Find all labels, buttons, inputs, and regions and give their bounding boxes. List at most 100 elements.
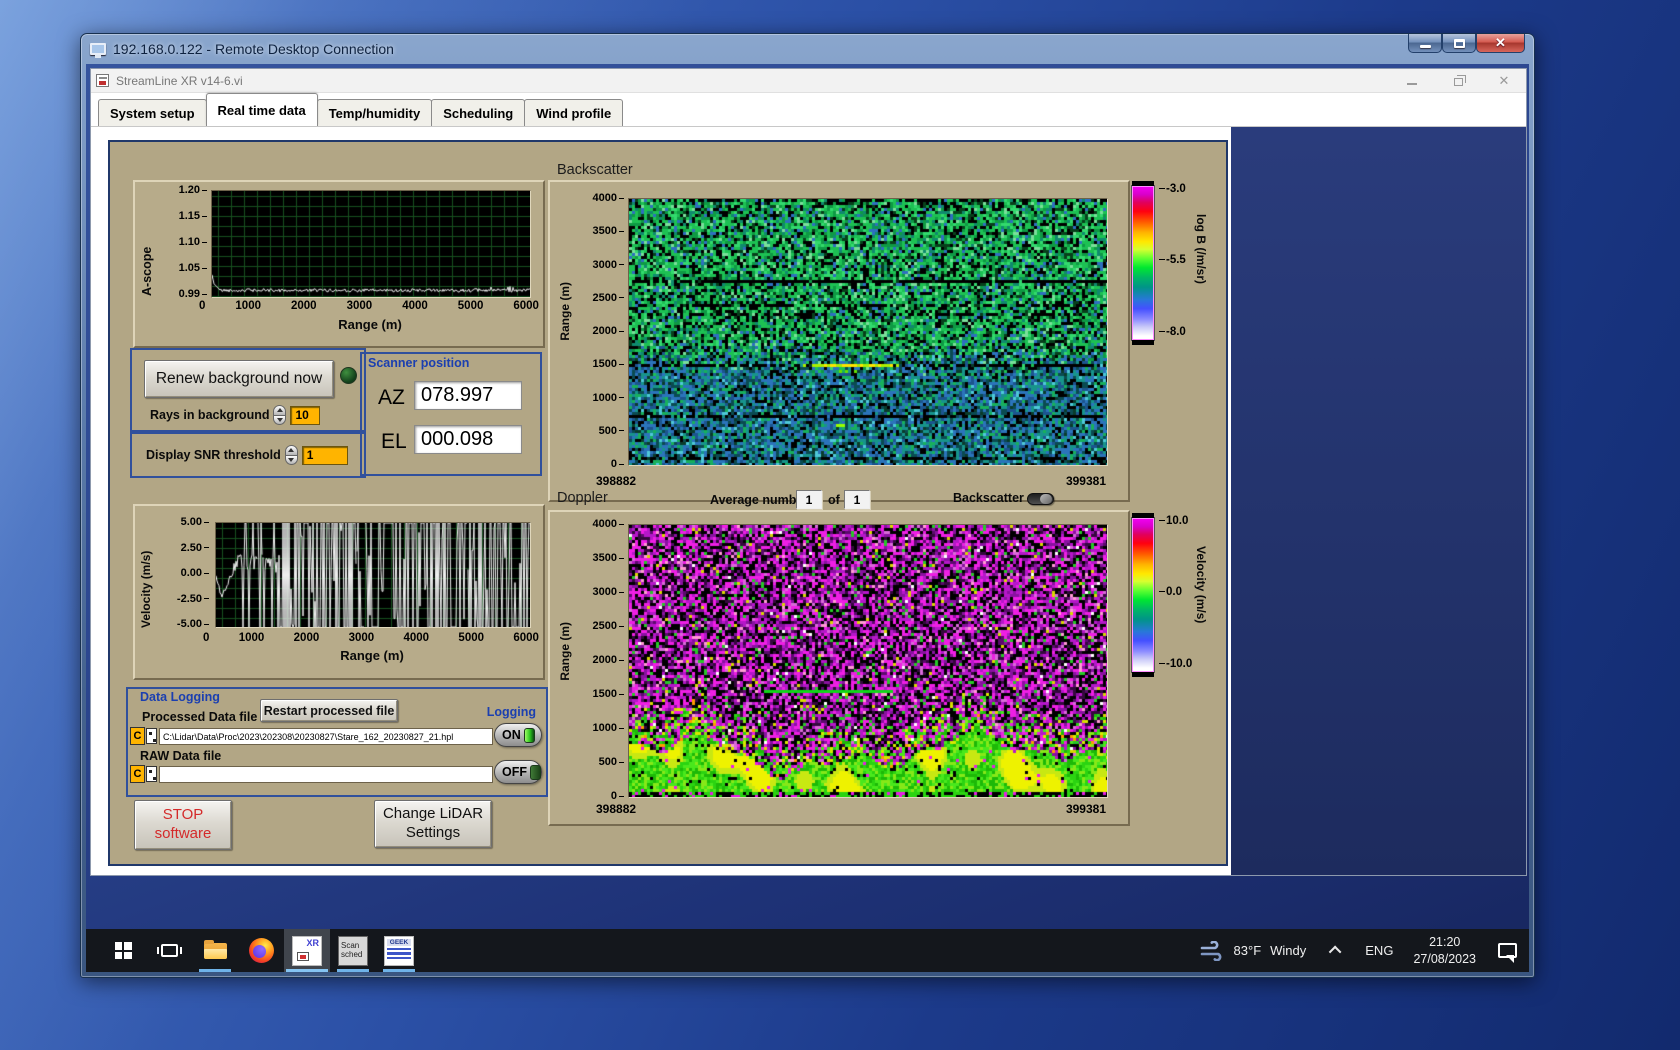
az-label: AZ bbox=[378, 386, 405, 410]
action-center-icon[interactable] bbox=[1498, 943, 1517, 958]
app-minimize-button[interactable] bbox=[1404, 73, 1420, 89]
app-window-title: StreamLine XR v14-6.vi bbox=[116, 74, 243, 88]
xr-icon-glyph bbox=[297, 952, 309, 961]
colorbar-tick-max: -3.0 bbox=[1159, 183, 1186, 195]
colorbar-gradient bbox=[1132, 518, 1154, 672]
streamline-xr-taskbar-button[interactable]: XR bbox=[284, 929, 330, 972]
ascope-y-axis-label: A-scope bbox=[140, 200, 154, 296]
processed-path-field[interactable]: C:\Lidar\Data\Proc\2023\202308\20230827\… bbox=[159, 728, 493, 745]
tick-label: 1000 bbox=[593, 722, 624, 734]
change-label-line1: Change LiDAR bbox=[383, 805, 483, 824]
tick-label: 2000 bbox=[593, 654, 624, 666]
raw-drive-box[interactable]: C bbox=[130, 765, 145, 783]
vi-app-icon bbox=[96, 74, 109, 87]
taskbar-clock[interactable]: 21:20 27/08/2023 bbox=[1413, 934, 1476, 967]
task-view-button[interactable] bbox=[146, 929, 192, 972]
desktop: { "rdp_title": "192.168.0.122 - Remote D… bbox=[0, 0, 1680, 1050]
app-close-button[interactable]: ✕ bbox=[1496, 73, 1512, 89]
geek-app-taskbar-button[interactable]: GEEK bbox=[376, 929, 422, 972]
spinner-down-icon[interactable] bbox=[285, 456, 298, 466]
average-count-field[interactable]: 1 bbox=[844, 490, 870, 509]
stop-label-line2: software bbox=[155, 825, 212, 844]
tick-label: 1000 bbox=[235, 300, 261, 312]
snr-spinner[interactable] bbox=[285, 445, 298, 465]
tick-label: 5000 bbox=[458, 300, 484, 312]
show-hidden-icons-chevron[interactable] bbox=[1329, 946, 1342, 959]
backscatter-toggle[interactable] bbox=[1027, 493, 1054, 505]
file-explorer-button[interactable] bbox=[192, 929, 238, 972]
ascope-plot bbox=[211, 190, 531, 298]
raw-path-field[interactable] bbox=[159, 766, 493, 783]
language-indicator[interactable]: ENG bbox=[1365, 943, 1393, 958]
doppler-y-ticks: 40003500300025002000150010005000 bbox=[580, 518, 624, 802]
rdp-titlebar[interactable]: 192.168.0.122 - Remote Desktop Connectio… bbox=[81, 34, 1534, 64]
tab-system-setup[interactable]: System setup bbox=[98, 99, 207, 126]
green-led-icon bbox=[524, 728, 535, 743]
tab-temp-humidity[interactable]: Temp/humidity bbox=[317, 99, 432, 126]
logging-label: Logging bbox=[487, 705, 536, 719]
weather-condition[interactable]: Windy bbox=[1270, 943, 1306, 958]
rdp-close-button[interactable]: ✕ bbox=[1476, 34, 1525, 53]
snr-threshold-label: Display SNR threshold bbox=[146, 448, 281, 462]
spinner-up-icon[interactable] bbox=[285, 445, 298, 456]
tick-label: 3500 bbox=[593, 552, 624, 564]
tab-scheduling[interactable]: Scheduling bbox=[431, 99, 525, 126]
background-controls-box: Renew background now Rays in background … bbox=[130, 348, 366, 432]
ascope-x-axis-label: Range (m) bbox=[211, 317, 529, 332]
tab-real-time-data[interactable]: Real time data bbox=[206, 93, 318, 126]
average-number-field[interactable]: 1 bbox=[796, 490, 822, 509]
tick-label: 1.15 bbox=[179, 210, 207, 222]
minimize-icon bbox=[1420, 45, 1431, 48]
processed-path-browse-icon[interactable] bbox=[146, 728, 157, 744]
renew-background-button[interactable]: Renew background now bbox=[144, 360, 334, 398]
tab-wind-profile[interactable]: Wind profile bbox=[524, 99, 623, 126]
app-titlebar[interactable]: StreamLine XR v14-6.vi ✕ bbox=[91, 69, 1526, 93]
tick-label: 3000 bbox=[593, 586, 624, 598]
firefox-button[interactable] bbox=[238, 929, 284, 972]
average-number-label: Average number bbox=[710, 493, 808, 507]
el-value-display: 000.098 bbox=[414, 425, 522, 454]
rays-in-background-field[interactable]: 10 bbox=[290, 406, 320, 425]
doppler-x-end: 399381 bbox=[1032, 802, 1106, 816]
tick-label: 2000 bbox=[294, 632, 320, 644]
wind-icon[interactable] bbox=[1199, 941, 1225, 961]
stop-software-button[interactable]: STOP software bbox=[134, 800, 232, 850]
tick-label: 1500 bbox=[593, 688, 624, 700]
snr-threshold-field[interactable]: 1 bbox=[302, 446, 348, 465]
rdp-maximize-button[interactable] bbox=[1442, 34, 1476, 53]
tick-label: 0 bbox=[203, 632, 209, 644]
app-restore-button[interactable] bbox=[1450, 73, 1466, 89]
colorbar-gradient bbox=[1132, 186, 1154, 340]
restore-icon bbox=[1454, 78, 1463, 86]
scan-scheduler-taskbar-button[interactable]: Scansched bbox=[330, 929, 376, 972]
change-lidar-settings-button[interactable]: Change LiDAR Settings bbox=[374, 800, 492, 848]
clock-time: 21:20 bbox=[1413, 934, 1476, 950]
spinner-down-icon[interactable] bbox=[273, 416, 286, 426]
of-label: of bbox=[828, 493, 840, 507]
remote-desktop: StreamLine XR v14-6.vi ✕ System setup Re… bbox=[86, 64, 1529, 972]
rays-spinner[interactable] bbox=[273, 405, 286, 425]
tick-label: 1.10 bbox=[179, 236, 207, 248]
tick-label: 2000 bbox=[593, 325, 624, 337]
change-label-line2: Settings bbox=[406, 824, 460, 843]
tick-label: 0.00 bbox=[181, 567, 209, 579]
on-label: ON bbox=[502, 728, 521, 742]
minimize-icon bbox=[1407, 83, 1417, 85]
backscatter-graph-frame: Range (m) 400035003000250020001500100050… bbox=[548, 180, 1130, 502]
restart-processed-file-button[interactable]: Restart processed file bbox=[260, 699, 398, 722]
doppler-title: Doppler bbox=[557, 490, 608, 506]
tick-label: 4000 bbox=[593, 192, 624, 204]
spinner-up-icon[interactable] bbox=[273, 405, 286, 416]
raw-path-browse-icon[interactable] bbox=[146, 766, 157, 782]
close-icon: ✕ bbox=[1499, 73, 1510, 89]
tick-label: 5.00 bbox=[181, 516, 209, 528]
firefox-icon bbox=[249, 938, 274, 963]
rdp-minimize-button[interactable] bbox=[1408, 34, 1442, 53]
rays-in-background-label: Rays in background bbox=[150, 408, 269, 422]
weather-temperature[interactable]: 83°F bbox=[1234, 943, 1262, 958]
start-button[interactable] bbox=[100, 929, 146, 972]
processed-logging-on-button[interactable]: ON bbox=[494, 723, 542, 747]
doppler-heatmap bbox=[628, 524, 1108, 798]
processed-drive-box[interactable]: C bbox=[130, 727, 145, 745]
raw-logging-off-button[interactable]: OFF bbox=[494, 760, 542, 784]
